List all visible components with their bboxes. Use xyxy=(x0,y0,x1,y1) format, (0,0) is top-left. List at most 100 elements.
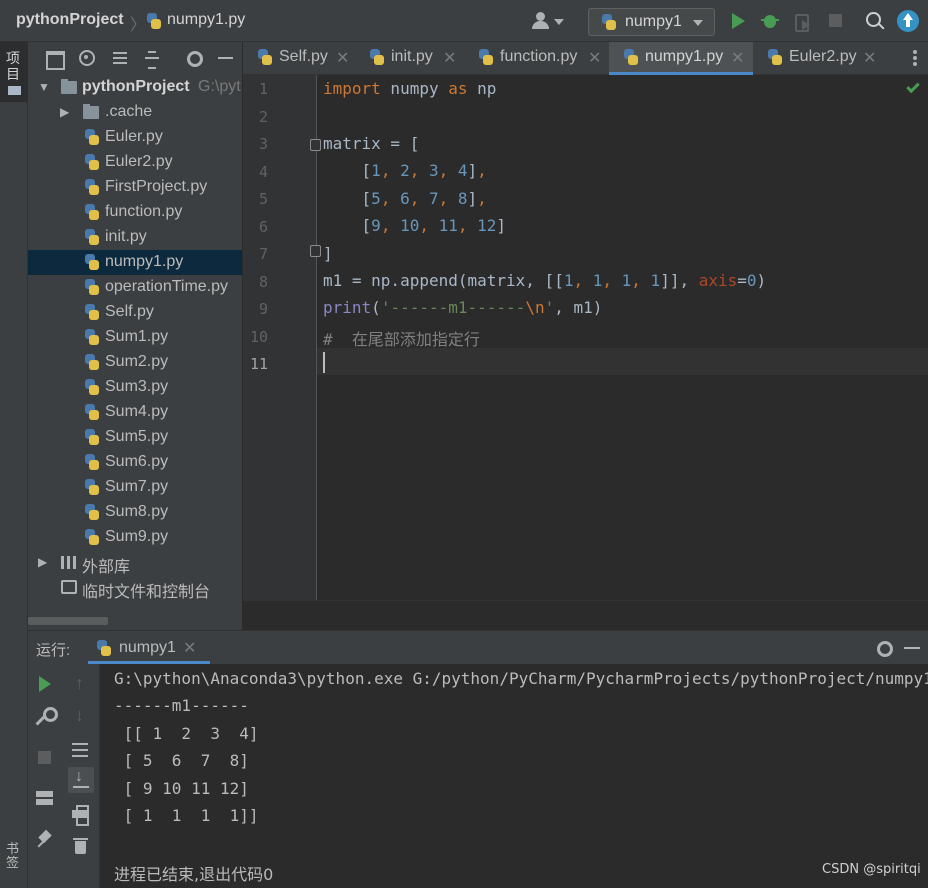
tab-euler2[interactable]: Euler2.py ✕ xyxy=(753,42,885,74)
more-options-icon[interactable] xyxy=(913,48,917,68)
close-icon[interactable]: ✕ xyxy=(443,48,456,68)
tree-item-file[interactable]: Sum8.py xyxy=(28,500,242,525)
tree-item-label: Sum7.py xyxy=(105,478,169,495)
gear-icon[interactable] xyxy=(875,639,893,657)
tree-item-file[interactable]: Sum6.py xyxy=(28,450,242,475)
scroll-to-end-icon[interactable] xyxy=(68,767,94,793)
tab-self[interactable]: Self.py ✕ xyxy=(243,42,355,74)
user-icon[interactable] xyxy=(532,12,568,32)
wrench-icon[interactable] xyxy=(35,706,58,726)
tree-root[interactable]: ▼ pythonProject G:\pyt xyxy=(28,75,242,100)
chevron-right-icon[interactable]: ▶ xyxy=(38,555,47,569)
tree-item-label: Sum4.py xyxy=(105,403,169,420)
editor-empty-area xyxy=(243,600,928,630)
tree-item-label: 临时文件和控制台 xyxy=(82,584,211,600)
tree-item-file[interactable]: init.py xyxy=(28,225,242,250)
run-tab-numpy1[interactable]: numpy1 ✕ xyxy=(88,631,210,664)
tree-item-file[interactable]: Self.py xyxy=(28,300,242,325)
tree-item-scratches[interactable]: 临时文件和控制台 xyxy=(28,575,242,600)
fold-marker-icon[interactable] xyxy=(310,139,321,151)
python-file-icon xyxy=(84,354,100,370)
collapse-all-icon[interactable] xyxy=(143,49,161,69)
tree-item-label: Euler.py xyxy=(105,128,163,145)
tree-item-file[interactable]: Sum2.py xyxy=(28,350,242,375)
tree-item-file[interactable]: Sum7.py xyxy=(28,475,242,500)
close-icon[interactable]: ✕ xyxy=(731,48,744,68)
coverage-icon[interactable] xyxy=(792,11,812,32)
pin-icon[interactable] xyxy=(35,830,55,850)
code-comment: # 在尾部添加指定行 xyxy=(323,330,480,349)
tree-item-label: 外部库 xyxy=(82,559,131,575)
breadcrumb-project[interactable]: pythonProject xyxy=(16,11,124,29)
run-configuration-select[interactable]: numpy1 xyxy=(588,8,715,36)
tree-item-file[interactable]: function.py xyxy=(28,200,242,225)
python-file-icon xyxy=(84,204,100,220)
python-file-icon xyxy=(623,49,639,65)
breadcrumb-file[interactable]: numpy1.py xyxy=(167,11,245,29)
update-icon[interactable] xyxy=(897,10,919,32)
run-panel-header: 运行: numpy1 ✕ xyxy=(28,631,928,664)
hide-icon[interactable] xyxy=(904,647,920,649)
gear-icon[interactable] xyxy=(185,49,203,67)
tree-item-file-selected[interactable]: numpy1.py xyxy=(28,250,242,275)
tree-item-label: function.py xyxy=(105,203,183,220)
tree-item-file[interactable]: FirstProject.py xyxy=(28,175,242,200)
tree-item-cache[interactable]: ▶ .cache xyxy=(28,100,242,125)
python-file-icon xyxy=(84,479,100,495)
tree-item-label: Sum5.py xyxy=(105,428,169,445)
print-icon[interactable] xyxy=(71,804,91,826)
tree-item-file[interactable]: operationTime.py xyxy=(28,275,242,300)
tab-label: numpy1.py xyxy=(645,48,724,65)
fold-marker-icon[interactable] xyxy=(310,245,321,257)
checkmark-icon[interactable] xyxy=(906,79,920,94)
close-icon[interactable]: ✕ xyxy=(863,48,876,68)
tree-item-file[interactable]: Euler.py xyxy=(28,125,242,150)
layout-icon[interactable] xyxy=(45,49,65,70)
search-icon[interactable] xyxy=(865,11,885,31)
close-icon[interactable]: ✕ xyxy=(183,638,196,658)
chevron-right-icon[interactable]: ▶ xyxy=(60,105,69,119)
project-tool-button[interactable]: 项目 xyxy=(0,42,28,102)
tree-item-external-libraries[interactable]: ▶ 外部库 xyxy=(28,550,242,575)
run-icon[interactable] xyxy=(729,11,749,31)
python-file-icon xyxy=(257,49,273,65)
tree-item-label: Self.py xyxy=(105,303,154,320)
python-file-icon xyxy=(84,304,100,320)
tab-function[interactable]: function.py ✕ xyxy=(464,42,609,74)
layout-icon[interactable] xyxy=(35,788,55,808)
trash-icon[interactable] xyxy=(71,836,91,856)
tree-item-file[interactable]: Sum9.py xyxy=(28,525,242,550)
tab-numpy1[interactable]: numpy1.py ✕ xyxy=(609,42,753,75)
arrow-down-icon[interactable] xyxy=(71,705,91,726)
tree-item-file[interactable]: Euler2.py xyxy=(28,150,242,175)
tree-item-file[interactable]: Sum1.py xyxy=(28,325,242,350)
line-number: 3 xyxy=(258,135,268,153)
close-icon[interactable]: ✕ xyxy=(588,48,601,68)
text-caret xyxy=(323,352,325,373)
code-editor[interactable]: 1 2 3 4 5 6 7 8 9 10 11 import numpy as … xyxy=(243,75,928,600)
python-file-icon xyxy=(84,529,100,545)
breadcrumb-separator: 〉 xyxy=(130,17,147,34)
tree-item-file[interactable]: Sum3.py xyxy=(28,375,242,400)
python-file-icon xyxy=(84,329,100,345)
tree-item-label: .cache xyxy=(105,103,153,120)
tree-item-file[interactable]: Sum5.py xyxy=(28,425,242,450)
console-output[interactable]: G:\python\Anaconda3\python.exe G:/python… xyxy=(114,667,928,888)
expand-all-icon[interactable] xyxy=(111,49,129,67)
python-file-icon xyxy=(369,49,385,65)
tab-init[interactable]: init.py ✕ xyxy=(355,42,464,74)
locate-icon[interactable] xyxy=(78,49,96,67)
tree-item-file[interactable]: Sum4.py xyxy=(28,400,242,425)
arrow-up-icon[interactable] xyxy=(71,673,91,694)
chevron-down-icon[interactable]: ▼ xyxy=(38,80,50,94)
hide-icon[interactable] xyxy=(217,49,235,67)
rerun-icon[interactable] xyxy=(35,674,55,694)
soft-wrap-icon[interactable] xyxy=(71,740,91,760)
code-line: [9, 10, 11, 12] xyxy=(323,216,507,235)
stop-icon[interactable] xyxy=(826,11,846,31)
bookmarks-tool-button[interactable]: 书签 xyxy=(6,842,22,870)
horizontal-scrollbar[interactable] xyxy=(28,617,108,625)
close-icon[interactable]: ✕ xyxy=(336,48,349,68)
stop-icon[interactable] xyxy=(35,748,55,768)
debug-icon[interactable] xyxy=(760,11,780,31)
